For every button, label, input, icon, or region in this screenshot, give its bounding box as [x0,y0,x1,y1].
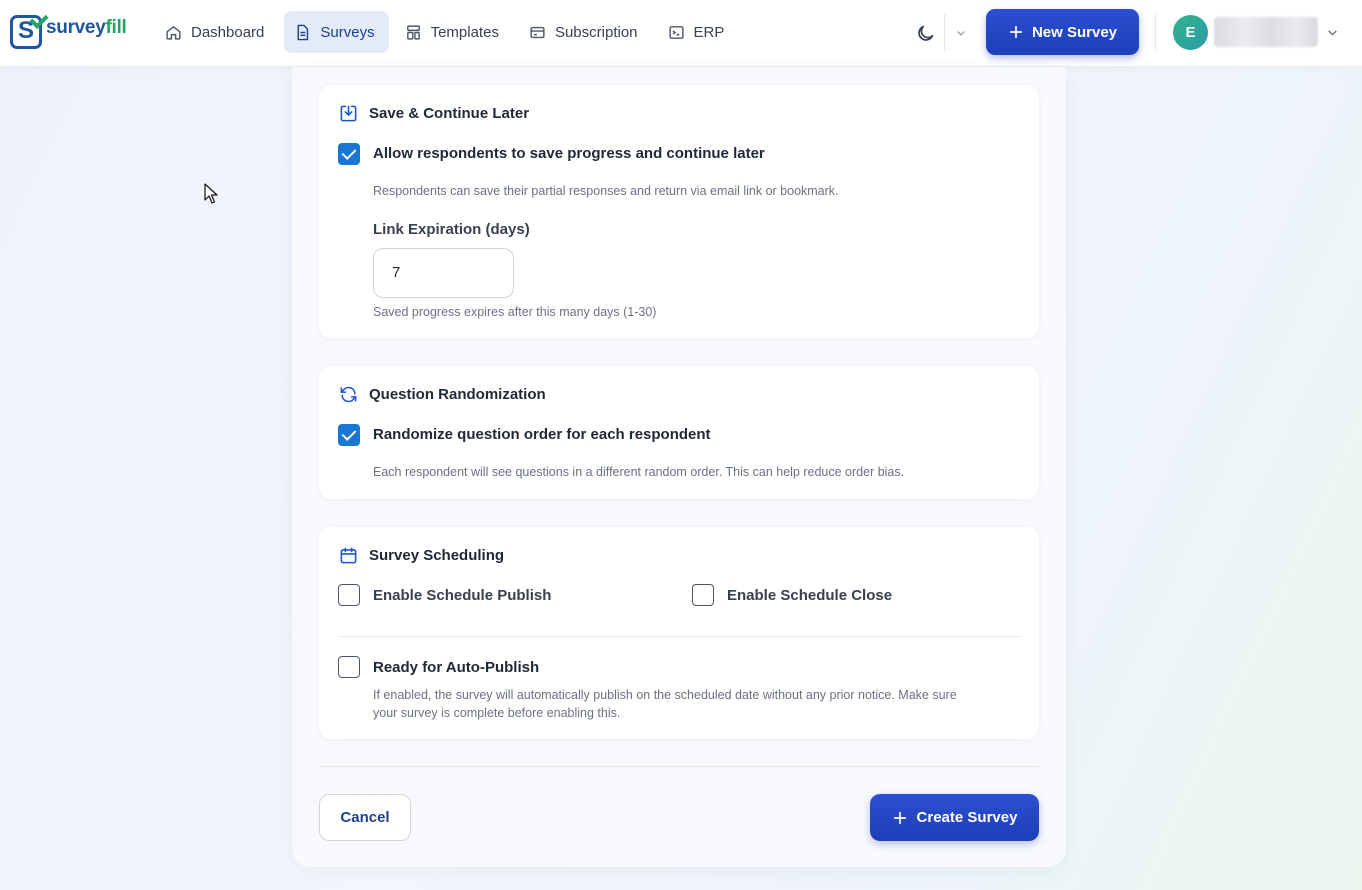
randomize-order-checkbox[interactable] [338,424,360,446]
schedule-publish-checkbox[interactable] [338,584,360,606]
divider [944,14,945,52]
moon-icon [917,25,933,41]
nav-templates-label: Templates [430,23,499,41]
logo-mark-icon [10,15,42,49]
theme-toggle-button[interactable] [908,17,942,49]
link-expiration-input[interactable]: 7 [373,248,514,298]
nav-templates[interactable]: Templates [395,11,513,53]
template-icon [406,24,420,40]
refresh-icon [340,386,357,403]
allow-save-progress-label[interactable]: Allow respondents to save progress and c… [373,145,765,162]
randomization-title: Question Randomization [339,385,546,404]
randomize-order-label[interactable]: Randomize question order for each respon… [373,426,711,443]
link-expiration-label: Link Expiration (days) [373,221,530,238]
nav-erp-label: ERP [693,23,725,41]
save-continue-title: Save & Continue Later [339,104,529,123]
top-navigation-bar: surveyfill Dashboard Surveys Templates S… [0,0,1362,67]
nav-subscription[interactable]: Subscription [519,11,652,53]
divider [338,636,1020,637]
save-continue-card: Save & Continue Later Allow respondents … [319,85,1039,338]
auto-publish-label[interactable]: Ready for Auto-Publish [373,659,539,676]
create-survey-button[interactable]: Create Survey [870,794,1039,841]
main-nav: Dashboard Surveys Templates Subscription… [155,11,738,53]
calendar-icon [340,547,357,564]
logo-wordmark: surveyfill [46,17,127,38]
create-survey-label: Create Survey [916,809,1018,826]
user-name-redacted[interactable] [1214,17,1318,47]
randomization-card: Question Randomization Randomize questio… [319,366,1039,499]
scheduling-heading: Survey Scheduling [369,547,505,564]
cancel-button[interactable]: Cancel [319,794,411,841]
save-progress-help: Respondents can save their partial respo… [373,184,839,198]
nav-dashboard-label: Dashboard [191,23,265,41]
schedule-close-label[interactable]: Enable Schedule Close [727,587,892,604]
save-continue-heading: Save & Continue Later [369,105,530,122]
survey-settings-panel: Save & Continue Later Allow respondents … [292,67,1066,867]
scheduling-title: Survey Scheduling [339,546,504,565]
user-menu-chevron[interactable] [1322,22,1342,42]
new-survey-label: New Survey [1031,23,1118,41]
chevron-down-icon [957,31,965,36]
chevron-down-icon [1327,29,1337,36]
nav-surveys-label: Surveys [320,23,375,41]
nav-erp[interactable]: ERP [658,11,739,53]
scheduling-card: Survey Scheduling Enable Schedule Publis… [319,527,1039,739]
nav-subscription-label: Subscription [554,23,638,41]
randomization-heading: Question Randomization [369,386,546,403]
randomize-help: Each respondent will see questions in a … [373,465,905,479]
card-icon [530,26,545,38]
download-tray-icon [340,105,357,122]
nav-dashboard[interactable]: Dashboard [155,11,278,53]
document-icon [297,24,309,40]
auto-publish-help-line1: If enabled, the survey will automaticall… [373,688,957,702]
nav-surveys[interactable]: Surveys [284,11,389,53]
plus-icon [1009,25,1023,39]
surveyfill-logo[interactable]: surveyfill [10,14,127,50]
plus-icon [893,811,906,824]
link-expiration-help: Saved progress expires after this many d… [373,305,657,319]
divider [319,766,1039,767]
divider [1155,14,1156,52]
schedule-close-checkbox[interactable] [692,584,714,606]
theme-menu-chevron[interactable] [950,20,972,46]
terminal-icon [668,25,684,39]
avatar[interactable]: E [1173,15,1208,50]
mouse-cursor-icon [204,183,218,204]
schedule-publish-label[interactable]: Enable Schedule Publish [373,587,551,604]
allow-save-progress-checkbox[interactable] [338,143,360,165]
auto-publish-help-line2: your survey is complete before enabling … [373,706,621,720]
auto-publish-checkbox[interactable] [338,656,360,678]
home-icon [166,25,181,40]
new-survey-button[interactable]: New Survey [986,9,1139,55]
